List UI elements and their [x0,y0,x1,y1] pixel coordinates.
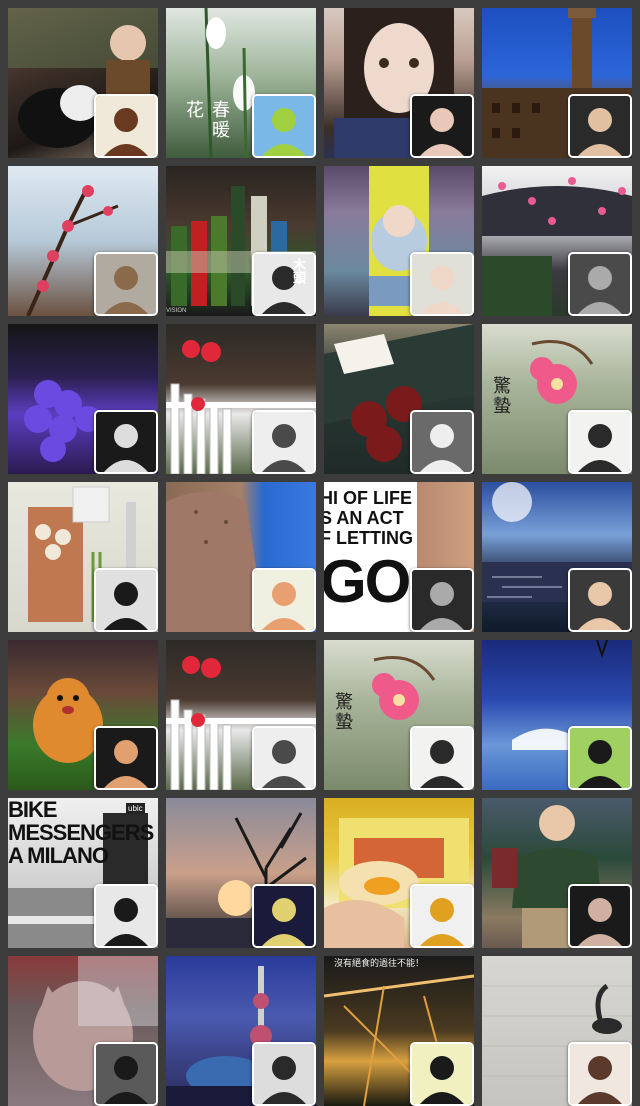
quote-line: S AN ACT [324,508,404,529]
user-avatar[interactable] [252,1042,316,1106]
user-avatar[interactable] [568,568,632,632]
photo-tile[interactable] [8,640,158,790]
photo-tile[interactable] [8,8,158,158]
poster-line: MESSENGERS [8,820,154,846]
user-avatar[interactable] [252,410,316,474]
user-avatar[interactable] [568,1042,632,1106]
photo-tile[interactable] [166,482,316,632]
photo-tile[interactable] [166,798,316,948]
photo-tile[interactable] [482,166,632,316]
photo-tile[interactable]: 木頭 VISION [166,166,316,316]
user-avatar[interactable] [568,252,632,316]
user-avatar[interactable] [410,94,474,158]
photo-tile[interactable] [8,956,158,1106]
quote-text: HI OF LIFE S AN ACT F LETTING GO [324,488,424,612]
photo-tile[interactable] [324,166,474,316]
photo-tile[interactable] [324,324,474,474]
user-avatar[interactable] [410,252,474,316]
user-avatar[interactable] [568,726,632,790]
photo-tile[interactable]: 驚蟄 [482,324,632,474]
user-avatar[interactable] [568,94,632,158]
poster-tag: ubic [126,803,145,814]
user-avatar[interactable] [252,568,316,632]
photo-tile[interactable] [8,324,158,474]
quote-line: HI OF LIFE [324,488,412,508]
user-avatar[interactable] [252,884,316,948]
photo-tile[interactable]: BIKE MESSENGERS A MILANO ubic [8,798,158,948]
photo-tile[interactable] [482,798,632,948]
photo-badge: 木頭 [291,258,306,284]
user-avatar[interactable] [94,568,158,632]
photo-tile[interactable] [482,956,632,1106]
user-avatar[interactable] [94,1042,158,1106]
photo-grid: 春暖花木頭 VISION 驚蟄 HI OF LIFE S AN ACT F LETTING… [0,0,640,1106]
photo-footer-text: VISION [166,308,187,314]
photo-tile[interactable] [324,8,474,158]
user-avatar[interactable] [94,884,158,948]
user-avatar[interactable] [94,252,158,316]
photo-tile[interactable]: HI OF LIFE S AN ACT F LETTING GO [324,482,474,632]
photo-tile[interactable]: 沒有絕食的過往不能！ [324,956,474,1106]
user-avatar[interactable] [410,568,474,632]
user-avatar[interactable] [410,726,474,790]
photo-caption: 春暖花 [183,100,230,140]
user-avatar[interactable] [94,94,158,158]
user-avatar[interactable] [410,1042,474,1106]
quote-line: GO [324,548,411,616]
user-avatar[interactable] [410,410,474,474]
user-avatar[interactable] [568,884,632,948]
photo-tile[interactable]: 驚蟄 [324,640,474,790]
user-avatar[interactable] [252,94,316,158]
user-avatar[interactable] [568,410,632,474]
photo-caption: 驚蟄 [332,692,353,732]
photo-tile[interactable] [166,324,316,474]
photo-tile[interactable]: 春暖花 [166,8,316,158]
user-avatar[interactable] [252,726,316,790]
photo-tile[interactable] [8,482,158,632]
photo-caption: 驚蟄 [490,376,511,416]
poster-line: A MILANO [8,843,109,869]
photo-banner-text: 沒有絕食的過往不能！ [334,958,425,968]
photo-tile[interactable] [166,640,316,790]
quote-line: F LETTING [324,528,413,549]
photo-tile[interactable] [324,798,474,948]
photo-tile[interactable] [482,8,632,158]
photo-tile[interactable] [482,640,632,790]
user-avatar[interactable] [410,884,474,948]
photo-tile[interactable] [482,482,632,632]
user-avatar[interactable] [94,726,158,790]
user-avatar[interactable] [94,410,158,474]
photo-tile[interactable] [8,166,158,316]
photo-tile[interactable] [166,956,316,1106]
